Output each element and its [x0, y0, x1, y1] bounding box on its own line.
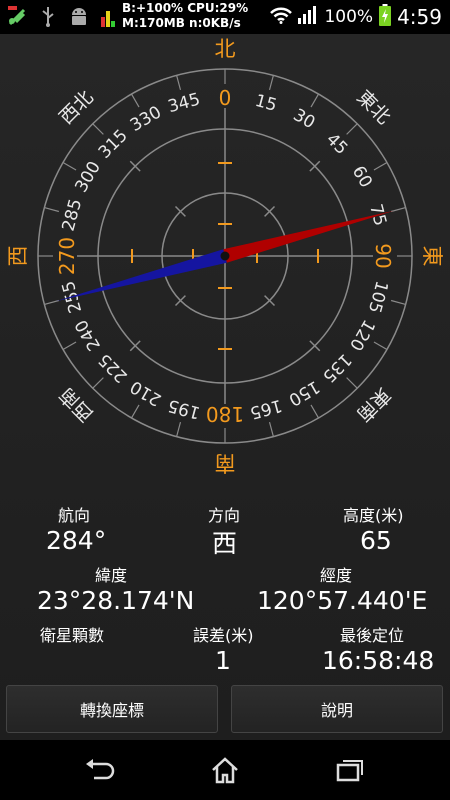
longitude-label: 經度 — [320, 566, 353, 585]
dial-tick — [268, 75, 274, 91]
last-fix-value: 16:58:48 — [322, 646, 435, 675]
stats-line-2: M:170MB n:0KB/s — [122, 16, 241, 30]
degree-label: 60 — [348, 163, 376, 192]
west-label: 西 — [6, 246, 30, 267]
error-value: 1 — [215, 646, 231, 675]
dial-tick — [130, 93, 140, 108]
satellites-label: 衛星顆數 — [40, 626, 105, 645]
dial-tick — [310, 93, 320, 108]
status-bar: B:+100% CPU:29% M:170MB n:0KB/s 100% 4:5… — [0, 0, 450, 34]
dial-tick — [62, 341, 77, 351]
recent-apps-icon[interactable] — [330, 750, 370, 790]
dial-tick — [62, 161, 77, 171]
degree-label: 345 — [166, 90, 203, 118]
usb-icon — [37, 4, 59, 28]
home-icon[interactable] — [205, 750, 245, 790]
satellite-app-icon — [6, 4, 28, 28]
degree-label: 285 — [59, 197, 87, 234]
east-label: 東 — [420, 246, 444, 267]
southeast-label: 東南 — [352, 383, 394, 425]
degree-label: 150 — [285, 376, 323, 410]
needle-south — [55, 249, 227, 302]
degree-label: 210 — [127, 376, 165, 410]
dial-tick — [92, 377, 104, 389]
direction-value: 西 — [212, 529, 238, 558]
android-debug-icon — [68, 4, 90, 28]
southwest-label: 西南 — [55, 383, 97, 425]
dial-tick — [373, 161, 388, 171]
northwest-label: 西北 — [55, 86, 97, 128]
signal-icon — [298, 6, 318, 28]
altitude-label: 高度(米) — [343, 506, 404, 525]
heading-label: 航向 — [58, 506, 91, 525]
dial-tick — [92, 123, 104, 135]
dial-tick — [268, 421, 274, 437]
navigation-bar — [0, 740, 450, 800]
error-label: 誤差(米) — [193, 626, 254, 645]
degree-label: 195 — [166, 395, 203, 423]
clock: 4:59 — [397, 5, 442, 29]
cpu-monitor-icon — [99, 4, 121, 28]
direction-label: 方向 — [208, 506, 241, 525]
altitude-value: 65 — [360, 526, 392, 555]
heading-value: 284° — [46, 526, 107, 555]
north-label: 北 — [215, 37, 236, 61]
stats-line-1: B:+100% CPU:29% — [122, 1, 249, 15]
latitude-label: 緯度 — [95, 566, 128, 585]
dial-tick — [346, 123, 358, 135]
dial-tick — [44, 207, 60, 213]
help-button[interactable]: 說明 — [231, 685, 443, 733]
wifi-icon — [270, 6, 293, 28]
system-stats: B:+100% CPU:29% M:170MB n:0KB/s — [122, 1, 248, 31]
longitude-value: 120°57.440'E — [257, 586, 428, 615]
northeast-label: 東北 — [352, 86, 394, 128]
degree-label: 120 — [345, 316, 379, 354]
degree-label: 30 — [290, 105, 319, 133]
degree-label: 165 — [248, 395, 285, 423]
degree-label: 240 — [71, 316, 105, 354]
battery-charging-icon — [379, 4, 392, 30]
needle-north — [223, 210, 395, 263]
last-fix-label: 最後定位 — [340, 626, 405, 645]
dial-tick — [176, 421, 182, 437]
dial-tick — [176, 75, 182, 91]
degree-label: 15 — [253, 91, 279, 116]
degree-label: 105 — [364, 279, 392, 316]
dial-tick — [130, 404, 140, 419]
app-content: 0153045607590105120135150165180195210225… — [0, 34, 450, 740]
battery-percent: 100% — [324, 7, 374, 27]
latitude-value: 23°28.174'N — [37, 586, 195, 615]
compass-dial: 0153045607590105120135150165180195210225… — [6, 37, 444, 475]
dial-tick — [346, 377, 358, 389]
dial-tick — [390, 299, 406, 305]
degree-label: 0 — [219, 86, 232, 110]
degree-label: 270 — [55, 237, 79, 275]
dial-tick — [310, 404, 320, 419]
back-icon[interactable] — [80, 750, 120, 790]
degree-label: 180 — [206, 402, 244, 426]
needle-pivot — [220, 251, 230, 261]
dial-tick — [373, 341, 388, 351]
degree-label: 300 — [71, 158, 105, 196]
degree-label: 330 — [127, 102, 165, 136]
convert-coordinates-button[interactable]: 轉換座標 — [6, 685, 218, 733]
degree-label: 90 — [371, 243, 395, 268]
south-label: 南 — [215, 451, 236, 475]
